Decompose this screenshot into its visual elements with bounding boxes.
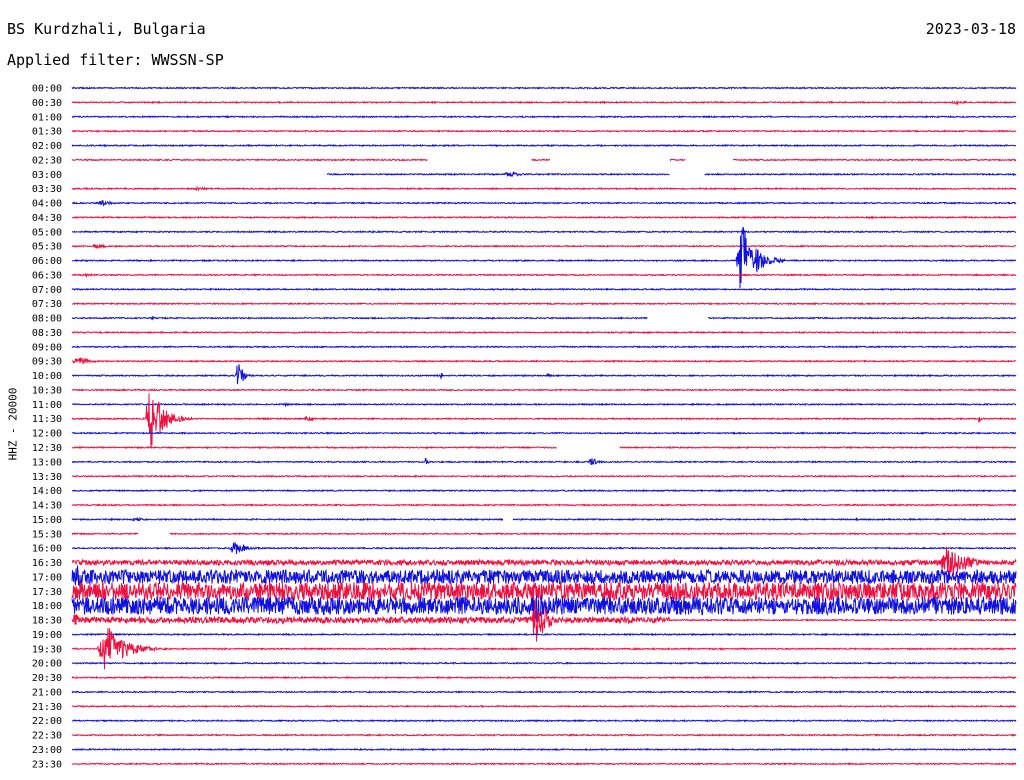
trace-line-0130	[71, 129, 1017, 133]
row-time-label: 21:00	[32, 687, 62, 698]
trace-line-0200	[71, 143, 1017, 148]
row-time-label: 12:30	[32, 443, 62, 454]
trace-line-0600	[72, 226, 1017, 289]
trace-line-0300	[326, 171, 1017, 178]
row-time-label: 09:30	[32, 357, 62, 368]
trace-line-1230	[71, 445, 1017, 450]
row-time-label: 17:30	[32, 587, 62, 598]
trace-line-1030	[71, 388, 1017, 392]
trace-line-1430	[71, 503, 1017, 507]
trace-line-0100	[71, 115, 1017, 119]
trace-line-2300	[71, 747, 1017, 752]
row-time-label: 15:00	[32, 515, 62, 526]
trace-line-1530	[71, 531, 1017, 536]
row-time-label: 07:00	[32, 285, 62, 296]
row-time-label: 16:30	[32, 558, 62, 569]
trace-line-0500	[71, 229, 1017, 234]
trace-line-0700	[71, 287, 1017, 292]
row-time-label: 18:00	[32, 601, 62, 612]
row-time-label: 21:30	[32, 702, 62, 713]
trace-line-0730	[71, 301, 1017, 306]
trace-line-2030	[71, 675, 1017, 680]
row-time-label: 02:30	[32, 155, 62, 166]
row-time-label: 19:30	[32, 644, 62, 655]
row-time-label: 01:30	[32, 127, 62, 138]
row-time-label: 22:30	[32, 731, 62, 742]
row-time-label: 08:30	[32, 328, 62, 339]
trace-line-0030	[71, 100, 1017, 106]
trace-line-0800	[71, 316, 1017, 321]
trace-line-1300	[72, 457, 1017, 466]
row-time-label: 13:30	[32, 472, 62, 483]
row-time-label: 20:30	[32, 673, 62, 684]
trace-line-1000	[72, 364, 1017, 385]
row-time-label: 22:00	[32, 716, 62, 727]
trace-line-1900	[71, 632, 1016, 637]
row-time-label: 08:00	[32, 314, 62, 325]
trace-line-1700	[71, 565, 1017, 587]
row-time-label: 05:30	[32, 242, 62, 253]
row-time-label: 16:00	[32, 544, 62, 555]
trace-line-0830	[72, 330, 1017, 335]
row-time-label: 00:00	[32, 84, 62, 95]
trace-line-0400	[71, 199, 1017, 207]
row-time-label: 07:30	[32, 299, 62, 310]
trace-line-0930	[71, 356, 1017, 365]
row-time-label: 03:00	[32, 170, 62, 181]
trace-line-1330	[71, 474, 1017, 479]
helicorder-chart: 00:00 00:30 01:00 01:30 02:00 02:30 03:00 03:30…	[32, 84, 1017, 770]
row-time-label: 06:00	[32, 256, 62, 267]
trace-line-1130	[71, 393, 1017, 449]
row-time-label: 15:30	[32, 529, 62, 540]
row-time-label: 00:30	[32, 98, 62, 109]
trace-line-2230	[71, 733, 1017, 737]
row-time-label: 12:00	[32, 429, 62, 440]
row-time-label: 20:00	[32, 659, 62, 670]
row-time-label: 23:30	[32, 759, 62, 770]
row-time-label: 03:30	[32, 184, 62, 195]
row-time-label: 09:00	[32, 342, 62, 353]
row-time-label: 14:30	[32, 501, 62, 512]
row-time-label: 17:00	[32, 572, 62, 583]
row-time-label: 02:00	[32, 141, 62, 152]
trace-line-0530	[71, 243, 1017, 250]
trace-line-2100	[71, 690, 1017, 694]
row-time-label: 05:00	[32, 227, 62, 238]
row-time-label: 04:30	[32, 213, 62, 224]
row-time-label: 11:00	[32, 400, 62, 411]
trace-line-0430	[71, 215, 1017, 220]
trace-line-2330	[71, 762, 1017, 766]
row-time-label: 06:30	[32, 270, 62, 281]
row-time-label: 18:30	[32, 616, 62, 627]
row-time-label: 11:30	[32, 414, 62, 425]
trace-line-1600	[71, 542, 1017, 555]
trace-line-2200	[72, 718, 1017, 723]
trace-line-0900	[71, 345, 1017, 349]
trace-line-0330	[71, 186, 1017, 192]
row-time-label: 14:00	[32, 486, 62, 497]
trace-line-1100	[71, 401, 1017, 408]
trace-line-2130	[71, 704, 1017, 709]
row-time-label: 10:00	[32, 371, 62, 382]
trace-line-2000	[71, 661, 1017, 666]
trace-line-1400	[71, 488, 1017, 493]
trace-line-1730	[71, 580, 1017, 602]
row-time-label: 01:00	[32, 112, 62, 123]
row-time-label: 19:00	[32, 630, 62, 641]
trace-line-0630	[71, 272, 1017, 278]
row-time-label: 23:00	[32, 745, 62, 756]
row-time-label: 04:00	[32, 199, 62, 210]
trace-line-1200	[71, 431, 1017, 435]
trace-line-1500	[71, 516, 1016, 522]
trace-line-0230	[71, 158, 1017, 162]
row-time-label: 13:00	[32, 457, 62, 468]
trace-line-0000	[71, 86, 1017, 90]
row-time-label: 10:30	[32, 385, 62, 396]
